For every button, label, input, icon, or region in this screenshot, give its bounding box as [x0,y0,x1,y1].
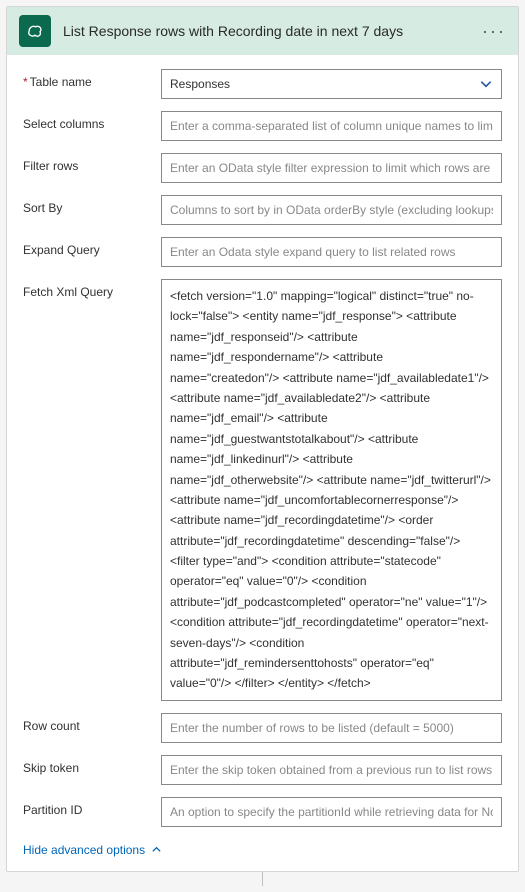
expand-query-input[interactable] [162,238,501,266]
label-fetch-xml: Fetch Xml Query [23,279,161,299]
table-name-value: Responses [170,77,479,91]
select-columns-input[interactable] [162,112,501,140]
row-row-count: Row count [23,713,502,743]
action-card: List Response rows with Recording date i… [6,6,519,872]
row-count-input[interactable] [162,714,501,742]
label-filter-rows: Filter rows [23,153,161,173]
label-sort-by: Sort By [23,195,161,215]
row-partition-id: Partition ID [23,797,502,827]
card-header: List Response rows with Recording date i… [7,7,518,55]
label-row-count: Row count [23,713,161,733]
chevron-down-icon [479,77,493,91]
label-table-name: *Table name [23,69,161,89]
row-skip-token: Skip token [23,755,502,785]
fetch-xml-input[interactable]: <fetch version="1.0" mapping="logical" d… [161,279,502,701]
flow-connector-line [262,872,263,886]
filter-rows-input[interactable] [162,154,501,182]
chevron-up-icon [151,844,162,855]
skip-token-input[interactable] [162,756,501,784]
hide-advanced-label: Hide advanced options [23,843,145,857]
label-select-columns: Select columns [23,111,161,131]
row-filter-rows: Filter rows [23,153,502,183]
card-title: List Response rows with Recording date i… [63,23,470,39]
row-expand-query: Expand Query [23,237,502,267]
table-name-select[interactable]: Responses [161,69,502,99]
label-partition-id: Partition ID [23,797,161,817]
dataverse-icon [19,15,51,47]
row-select-columns: Select columns [23,111,502,141]
sort-by-input[interactable] [162,196,501,224]
row-sort-by: Sort By [23,195,502,225]
row-table-name: *Table name Responses [23,69,502,99]
partition-id-input[interactable] [162,798,501,826]
card-body: *Table name Responses Select columns Fi [7,55,518,871]
more-menu-icon[interactable]: ··· [482,22,506,40]
hide-advanced-toggle[interactable]: Hide advanced options [23,843,162,857]
label-skip-token: Skip token [23,755,161,775]
label-expand-query: Expand Query [23,237,161,257]
row-fetch-xml: Fetch Xml Query <fetch version="1.0" map… [23,279,502,701]
